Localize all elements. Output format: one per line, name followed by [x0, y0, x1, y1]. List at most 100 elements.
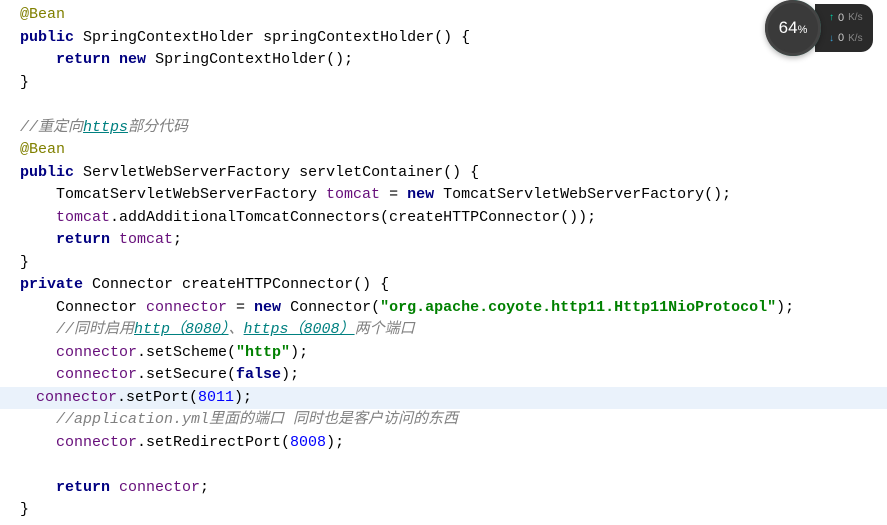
code-line: @Bean [20, 4, 887, 27]
method-call: .setScheme( [137, 344, 236, 361]
keyword: public [20, 29, 74, 46]
punct: ); [290, 344, 308, 361]
keyword: public [20, 164, 74, 181]
code-line: } [20, 252, 887, 275]
punct: ; [200, 479, 209, 496]
blank-line [20, 94, 887, 117]
type: ServletWebServerFactory [83, 164, 290, 181]
comment-link: http（8080） [134, 321, 229, 338]
code-line: Connector connector = new Connector("org… [20, 297, 887, 320]
operator: = [227, 299, 254, 316]
highlighted-code-line: connector.setPort(8011); [0, 387, 887, 410]
keyword: private [20, 276, 83, 293]
code-line: public ServletWebServerFactory servletCo… [20, 162, 887, 185]
arrow-up-icon: ↑ [829, 10, 834, 25]
code-block: @Bean public SpringContextHolder springC… [20, 4, 887, 522]
type: TomcatServletWebServerFactory [56, 186, 326, 203]
code-line: connector.setScheme("http"); [20, 342, 887, 365]
comment-link: https [83, 119, 128, 136]
brace: } [20, 501, 29, 518]
method-name: springContextHolder [263, 29, 434, 46]
annotation: @Bean [20, 141, 65, 158]
method-call: .addAdditionalTomcatConnectors(createHTT… [110, 209, 596, 226]
comment: //重定向 [20, 119, 83, 136]
comment: //application.yml里面的端口 同时也是客户访问的东西 [56, 411, 458, 428]
code-line: //application.yml里面的端口 同时也是客户访问的东西 [20, 409, 887, 432]
comment: 两个端口 [355, 321, 415, 338]
ring-inner: 64% [770, 5, 816, 51]
download-value: 0 [838, 30, 844, 47]
punct: () { [353, 276, 389, 293]
keyword: return [56, 51, 110, 68]
keyword: return [56, 479, 110, 496]
code-line: } [20, 72, 887, 95]
number: 8011 [198, 389, 234, 406]
string: "http" [236, 344, 290, 361]
upload-unit: K/s [848, 10, 862, 25]
variable: tomcat [326, 186, 380, 203]
variable: connector [110, 479, 200, 496]
code-line: connector.setRedirectPort(8008); [20, 432, 887, 455]
code-line: return connector; [20, 477, 887, 500]
comment: 部分代码 [128, 119, 188, 136]
type: SpringContextHolder(); [155, 51, 353, 68]
percent-symbol: % [798, 24, 808, 36]
keyword: return [56, 231, 110, 248]
type: Connector [83, 276, 182, 293]
punct: ); [776, 299, 794, 316]
type: TomcatServletWebServerFactory(); [434, 186, 731, 203]
arrow-down-icon: ↓ [829, 31, 834, 46]
code-line: return tomcat; [20, 229, 887, 252]
method-name: servletContainer [299, 164, 443, 181]
method-call: .setSecure( [137, 366, 236, 383]
variable: connector [56, 366, 137, 383]
performance-widget[interactable]: ↑ 0 K/s ↓ 0 K/s 64% [765, 0, 875, 56]
variable: connector [36, 389, 117, 406]
percent-number: 64 [779, 18, 798, 37]
punct: ); [234, 389, 252, 406]
punct: ; [173, 231, 182, 248]
code-line: return new SpringContextHolder(); [20, 49, 887, 72]
punct: () { [443, 164, 479, 181]
code-line: private Connector createHTTPConnector() … [20, 274, 887, 297]
variable: tomcat [56, 209, 110, 226]
code-line: } [20, 499, 887, 522]
brace: } [20, 74, 29, 91]
annotation: @Bean [20, 6, 65, 23]
keyword: new [119, 51, 146, 68]
brace: } [20, 254, 29, 271]
number: 8008 [290, 434, 326, 451]
code-line: //重定向https部分代码 [20, 117, 887, 140]
code-line: @Bean [20, 139, 887, 162]
string: "org.apache.coyote.http11.Http11NioProto… [380, 299, 776, 316]
comment: //同时启用 [56, 321, 134, 338]
percent-value: 64% [779, 15, 808, 41]
variable: connector [56, 434, 137, 451]
keyword: new [407, 186, 434, 203]
code-line: tomcat.addAdditionalTomcatConnectors(cre… [20, 207, 887, 230]
punct: () { [434, 29, 470, 46]
keyword: new [254, 299, 281, 316]
blank-line [20, 454, 887, 477]
percent-ring[interactable]: 64% [765, 0, 821, 56]
variable: tomcat [110, 231, 173, 248]
punct: ); [281, 366, 299, 383]
code-line: //同时启用http（8080）、https（8008）两个端口 [20, 319, 887, 342]
variable: connector [146, 299, 227, 316]
type: Connector( [281, 299, 380, 316]
comment: 、 [229, 321, 244, 338]
method-call: .setRedirectPort( [137, 434, 290, 451]
upload-stat: ↑ 0 K/s [829, 10, 863, 27]
upload-value: 0 [838, 10, 844, 27]
comment-link: https（8008） [244, 321, 355, 338]
keyword: false [236, 366, 281, 383]
code-line: connector.setSecure(false); [20, 364, 887, 387]
punct: ); [326, 434, 344, 451]
type: Connector [56, 299, 146, 316]
variable: connector [56, 344, 137, 361]
code-line: TomcatServletWebServerFactory tomcat = n… [20, 184, 887, 207]
method-name: createHTTPConnector [182, 276, 353, 293]
download-unit: K/s [848, 31, 862, 46]
download-stat: ↓ 0 K/s [829, 30, 863, 47]
type: SpringContextHolder [83, 29, 254, 46]
